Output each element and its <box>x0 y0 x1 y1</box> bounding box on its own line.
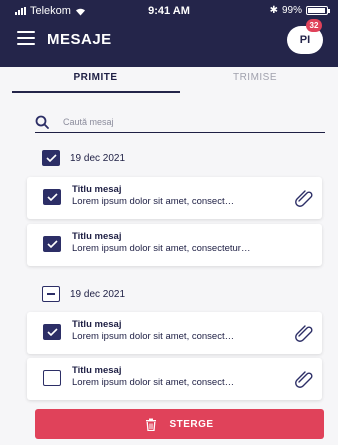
group-select-all-checkbox[interactable] <box>42 286 60 302</box>
bluetooth-icon: ✱ <box>269 5 278 16</box>
date-group-header: 19 dec 2021 <box>42 150 125 166</box>
message-checkbox[interactable] <box>43 324 61 340</box>
status-bar: Telekom 9:41 AM ✱ 99% <box>0 2 338 20</box>
date-group-header: 19 dec 2021 <box>42 286 125 302</box>
message-card[interactable]: Titlu mesaj Lorem ipsum dolor sit amet, … <box>27 224 322 266</box>
message-title: Titlu mesaj <box>72 319 122 330</box>
notification-badge: 32 <box>306 19 322 32</box>
paperclip-icon <box>295 190 313 207</box>
message-preview: Lorem ipsum dolor sit amet, consect… <box>72 196 235 207</box>
trash-icon <box>146 418 157 431</box>
group-date: 19 dec 2021 <box>70 152 126 164</box>
group-date: 19 dec 2021 <box>70 288 126 300</box>
search-icon[interactable] <box>35 115 49 129</box>
hamburger-icon[interactable] <box>17 31 35 45</box>
tab-received[interactable]: PRIMITE <box>12 72 179 83</box>
page-title: MESAJE <box>47 31 112 48</box>
message-title: Titlu mesaj <box>72 231 122 242</box>
message-card[interactable]: Titlu mesaj Lorem ipsum dolor sit amet, … <box>27 312 322 354</box>
message-title: Titlu mesaj <box>72 184 122 195</box>
checkmark-icon <box>45 154 57 162</box>
message-preview: Lorem ipsum dolor sit amet, consectetur… <box>72 243 251 254</box>
app-header: Telekom 9:41 AM ✱ 99% MESAJE PI 32 <box>0 0 338 67</box>
checkmark-icon <box>46 193 58 201</box>
battery-percent: 99% <box>281 5 302 16</box>
active-tab-indicator <box>12 91 180 93</box>
checkmark-icon <box>46 328 58 336</box>
group-select-all-checkbox[interactable] <box>42 150 60 166</box>
delete-button-label: STERGE <box>169 418 214 430</box>
checkmark-icon <box>46 240 58 248</box>
battery-icon <box>306 6 330 15</box>
message-checkbox[interactable] <box>43 236 61 252</box>
search-bar <box>35 113 325 133</box>
message-card[interactable]: Titlu mesaj Lorem ipsum dolor sit amet, … <box>27 358 322 400</box>
message-checkbox[interactable] <box>43 189 61 205</box>
tab-sent[interactable]: TRIMISE <box>172 72 338 83</box>
message-preview: Lorem ipsum dolor sit amet, consect… <box>72 331 235 342</box>
delete-button[interactable]: STERGE <box>35 409 324 439</box>
message-card[interactable]: Titlu mesaj Lorem ipsum dolor sit amet, … <box>27 177 322 219</box>
paperclip-icon <box>295 371 313 388</box>
message-preview: Lorem ipsum dolor sit amet, consect… <box>72 377 235 388</box>
paperclip-icon <box>295 325 313 342</box>
message-checkbox[interactable] <box>43 370 61 386</box>
tab-bar: PRIMITE TRIMISE <box>0 72 338 94</box>
message-title: Titlu mesaj <box>72 365 122 376</box>
search-input[interactable] <box>63 115 313 129</box>
